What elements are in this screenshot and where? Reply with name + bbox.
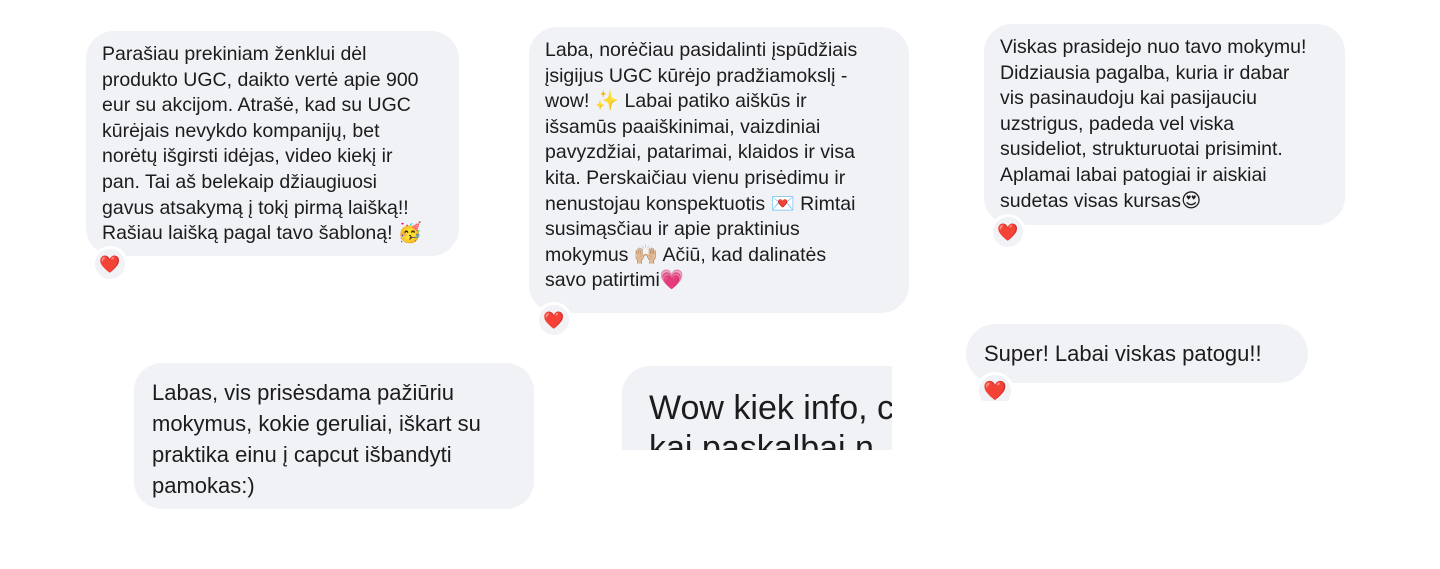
message-bubble-3: Viskas prasidejo nuo tavo mokymu! Didzia… bbox=[984, 24, 1345, 225]
heart-reaction-icon[interactable]: ❤️ bbox=[92, 246, 128, 282]
cropped-message-frame: Wow kiek info, c kai paskalbai n bbox=[622, 366, 892, 450]
reaction-frame: ❤️ bbox=[973, 369, 1019, 401]
message-bubble-5: Wow kiek info, c kai paskalbai n bbox=[622, 366, 892, 450]
message-bubble-4: Labas, vis prisėsdama pažiūriu mokymus, … bbox=[134, 363, 534, 509]
heart-reaction-icon[interactable]: ❤️ bbox=[990, 214, 1026, 250]
message-bubble-2: Laba, norėčiau pasidalinti įspūdžiais įs… bbox=[529, 27, 909, 313]
heart-reaction-icon[interactable]: ❤️ bbox=[976, 372, 1014, 401]
message-bubble-1: Parašiau prekiniam ženklui dėl produkto … bbox=[86, 31, 459, 256]
heart-reaction-icon[interactable]: ❤️ bbox=[536, 302, 572, 338]
